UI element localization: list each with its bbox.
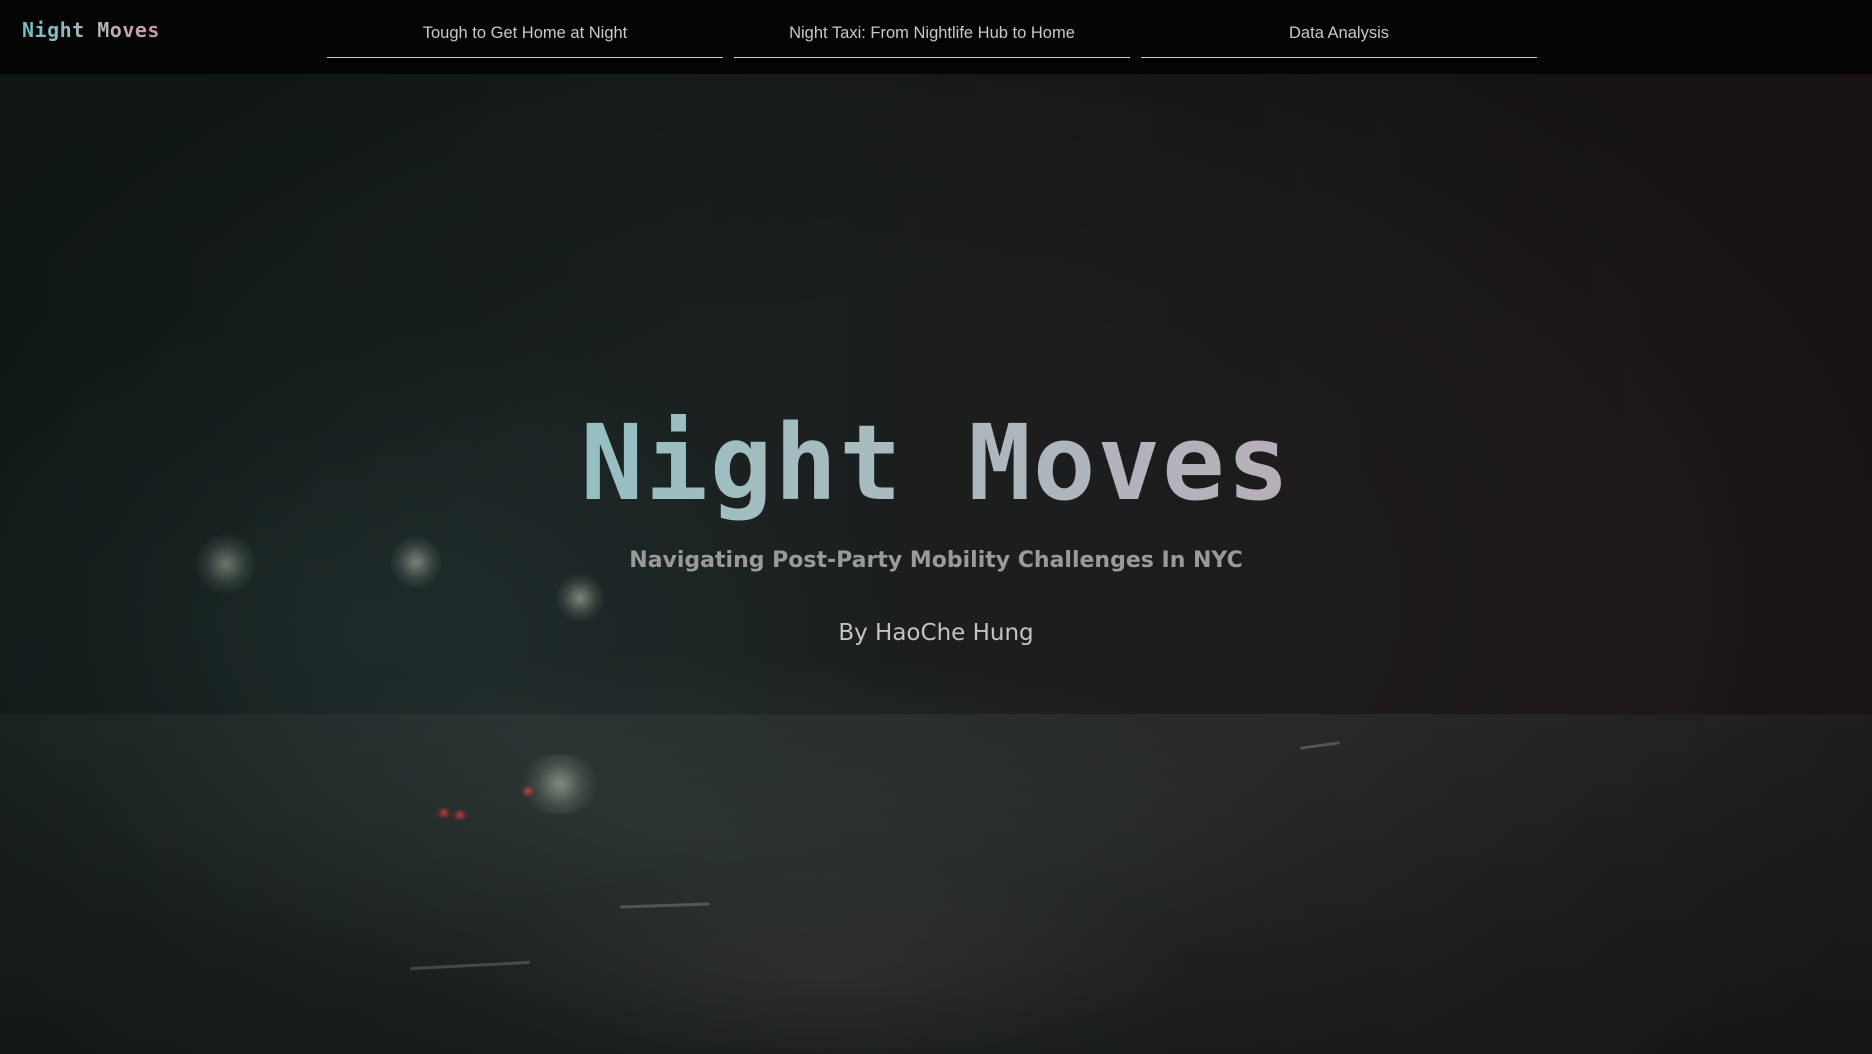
nav-link-tough-to-get-home[interactable]: Tough to Get Home at Night bbox=[327, 0, 723, 58]
hero-section: Night Moves Navigating Post-Party Mobili… bbox=[0, 74, 1872, 1054]
hero-author: By HaoChe Hung bbox=[838, 620, 1034, 646]
top-navigation-bar: Night Moves Tough to Get Home at Night N… bbox=[0, 0, 1872, 74]
nav-link-night-taxi[interactable]: Night Taxi: From Nightlife Hub to Home bbox=[734, 0, 1130, 58]
nav-link-data-analysis[interactable]: Data Analysis bbox=[1141, 0, 1537, 58]
brand-logo-link[interactable]: Night Moves bbox=[22, 18, 160, 42]
hero-title: Night Moves bbox=[0, 402, 1872, 524]
hero-subtitle: Navigating Post-Party Mobility Challenge… bbox=[629, 548, 1243, 573]
